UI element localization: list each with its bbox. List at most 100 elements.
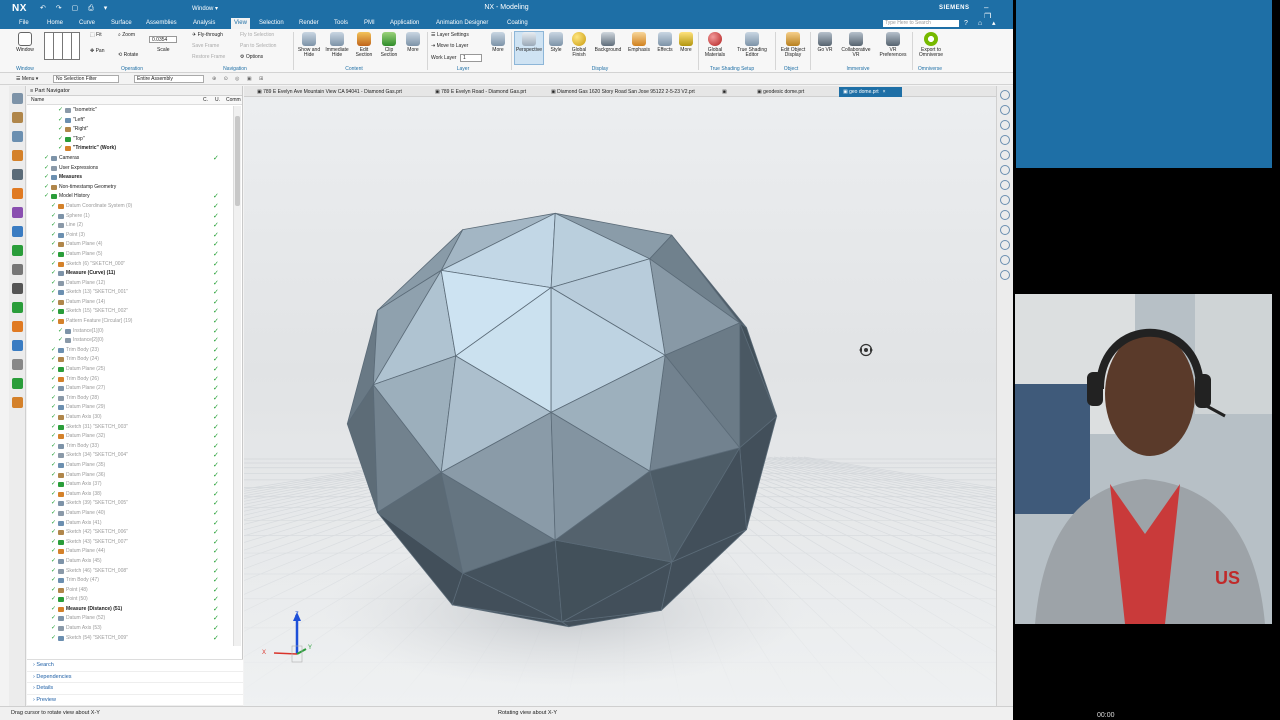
menu-application[interactable]: Application bbox=[390, 20, 419, 26]
tree-node[interactable]: ✓ Point (3) ✓ bbox=[27, 231, 233, 241]
visibility-checkbox[interactable]: ✓ bbox=[58, 117, 63, 123]
web-browser-icon[interactable] bbox=[11, 188, 23, 199]
visibility-checkbox[interactable]: ✓ bbox=[51, 376, 56, 382]
window-layout-grid[interactable] bbox=[44, 32, 82, 60]
snap-icon[interactable] bbox=[1000, 255, 1010, 265]
tree-node[interactable]: ✓ Line (2) ✓ bbox=[27, 221, 233, 231]
visibility-checkbox[interactable]: ✓ bbox=[58, 337, 63, 343]
effects-button[interactable]: Effects bbox=[654, 32, 676, 53]
visibility-checkbox[interactable]: ✓ bbox=[51, 366, 56, 372]
assembly-navigator-icon[interactable] bbox=[11, 93, 23, 104]
export-omniverse-button[interactable]: Export to Omniverse bbox=[914, 32, 948, 58]
visibility-checkbox[interactable]: ✓ bbox=[51, 308, 56, 314]
eye-icon[interactable] bbox=[1000, 150, 1010, 160]
visibility-checkbox[interactable]: ✓ bbox=[51, 539, 56, 545]
menu-tools[interactable]: Tools bbox=[334, 20, 348, 26]
column-c[interactable]: C. bbox=[203, 96, 208, 105]
tree-node[interactable]: ✓ Datum Plane (40) ✓ bbox=[27, 509, 233, 519]
visibility-checkbox[interactable]: ✓ bbox=[51, 270, 56, 276]
tree-node[interactable]: ✓ Datum Plane (35) ✓ bbox=[27, 461, 233, 471]
tree-node[interactable]: ✓ Sphere (1) ✓ bbox=[27, 212, 233, 222]
options-button[interactable]: ⚙ Options bbox=[240, 55, 263, 60]
visibility-checkbox[interactable]: ✓ bbox=[51, 404, 56, 410]
pan-to-selection-button[interactable]: Pan to Selection bbox=[240, 44, 276, 49]
global-finish-button[interactable]: Global Finish bbox=[567, 32, 591, 58]
document-tab[interactable]: ▣ Diamond Gas 1620 Story Road San Jose 9… bbox=[547, 87, 716, 97]
pan-button[interactable]: ✥ Pan bbox=[90, 49, 105, 54]
tree-node[interactable]: ✓ Instance[1](0) ✓ bbox=[27, 327, 233, 337]
search-input[interactable]: Type Here to Search bbox=[883, 20, 959, 27]
display-more-button[interactable]: More bbox=[677, 32, 695, 53]
edit-object-display-button[interactable]: Edit Object Display bbox=[778, 32, 808, 58]
snap-icons[interactable]: ⊕ ⊙ ◎ ▣ ⊞ bbox=[212, 76, 266, 82]
tree-node[interactable]: ✓ "Trimetric" (Work) bbox=[27, 144, 233, 154]
visibility-checkbox[interactable]: ✓ bbox=[44, 155, 49, 161]
visibility-checkbox[interactable]: ✓ bbox=[51, 203, 56, 209]
tree-node[interactable]: ✓ Sketch (31) "SKETCH_003" ✓ bbox=[27, 423, 233, 433]
visibility-checkbox[interactable]: ✓ bbox=[51, 433, 56, 439]
navigator-panel-details[interactable]: › Details bbox=[27, 683, 243, 695]
hide-icon[interactable] bbox=[1000, 165, 1010, 175]
visibility-checkbox[interactable]: ✓ bbox=[51, 529, 56, 535]
tree-node[interactable]: ✓ Datum Plane (36) ✓ bbox=[27, 471, 233, 481]
roles-icon[interactable] bbox=[11, 245, 23, 256]
tree-node[interactable]: ✓ Sketch (39) "SKETCH_005" ✓ bbox=[27, 499, 233, 509]
visibility-checkbox[interactable]: ✓ bbox=[58, 145, 63, 151]
menu-dropdown[interactable]: ☰ Menu ▾ bbox=[16, 76, 38, 82]
visibility-checkbox[interactable]: ✓ bbox=[51, 241, 56, 247]
clip-section-button[interactable]: Clip Section bbox=[377, 32, 401, 58]
tree-node[interactable]: ✓ "Right" bbox=[27, 125, 233, 135]
go-vr-button[interactable]: Go VR bbox=[814, 32, 836, 53]
restore-frame-button[interactable]: Restore Frame bbox=[192, 55, 225, 60]
tree-node[interactable]: ✓ Datum Axis (41) ✓ bbox=[27, 519, 233, 529]
tree-node[interactable]: ✓ Trim Body (26) ✓ bbox=[27, 375, 233, 385]
part-navigator-icon[interactable] bbox=[11, 131, 23, 142]
column-name[interactable]: Name bbox=[31, 96, 44, 105]
visibility-checkbox[interactable]: ✓ bbox=[51, 289, 56, 295]
visibility-checkbox[interactable]: ✓ bbox=[51, 356, 56, 362]
visibility-checkbox[interactable]: ✓ bbox=[51, 424, 56, 430]
tree-node[interactable]: ✓ Datum Axis (38) ✓ bbox=[27, 490, 233, 500]
visibility-checkbox[interactable]: ✓ bbox=[51, 347, 56, 353]
tree-node[interactable]: ✓ Datum Axis (37) ✓ bbox=[27, 480, 233, 490]
tree-node[interactable]: ✓ Datum Axis (53) ✓ bbox=[27, 624, 233, 634]
visibility-checkbox[interactable]: ✓ bbox=[51, 577, 56, 583]
tree-node[interactable]: ✓ Datum Plane (52) ✓ bbox=[27, 614, 233, 624]
document-tab[interactable]: ▣ datums.prt bbox=[718, 87, 751, 105]
system-materials-icon[interactable] bbox=[11, 264, 23, 275]
tree-node[interactable]: ✓ Sketch (42) "SKETCH_006" ✓ bbox=[27, 528, 233, 538]
visibility-checkbox[interactable]: ✓ bbox=[51, 615, 56, 621]
visibility-checkbox[interactable]: ✓ bbox=[51, 222, 56, 228]
column-u[interactable]: U. bbox=[215, 96, 220, 105]
tree-node[interactable]: ✓ Sketch (46) "SKETCH_008" ✓ bbox=[27, 567, 233, 577]
save-frame-button[interactable]: Save Frame bbox=[192, 44, 219, 49]
shaded-icon[interactable] bbox=[1000, 180, 1010, 190]
global-materials-button[interactable]: Global Materials bbox=[701, 32, 729, 58]
tree-node[interactable]: ✓ Datum Axis (45) ✓ bbox=[27, 557, 233, 567]
close-tab-icon[interactable]: × bbox=[883, 89, 886, 95]
palette-icon[interactable] bbox=[11, 397, 23, 408]
tree-node[interactable]: ✓ Datum Plane (29) ✓ bbox=[27, 403, 233, 413]
reference-icon[interactable] bbox=[11, 359, 23, 370]
visibility-checkbox[interactable]: ✓ bbox=[51, 280, 56, 286]
tree-node[interactable]: ✓ Instance[2](0) ✓ bbox=[27, 336, 233, 346]
menu-selection[interactable]: Selection bbox=[259, 20, 284, 26]
visibility-checkbox[interactable]: ✓ bbox=[51, 414, 56, 420]
style-button[interactable]: Style bbox=[547, 32, 565, 53]
visibility-checkbox[interactable]: ✓ bbox=[51, 568, 56, 574]
tree-node[interactable]: ✓ Datum Plane (5) ✓ bbox=[27, 250, 233, 260]
tree-node[interactable]: ✓ Datum Plane (27) ✓ bbox=[27, 384, 233, 394]
manufacturing-icon[interactable] bbox=[11, 302, 23, 313]
visibility-checkbox[interactable]: ✓ bbox=[51, 261, 56, 267]
fly-through-button[interactable]: ✈ Fly-through bbox=[192, 33, 223, 38]
navigator-panel-preview[interactable]: › Preview bbox=[27, 695, 243, 706]
3d-scene[interactable]: Z X Y bbox=[244, 97, 996, 706]
layer-settings-button[interactable]: ☰ Layer Settings bbox=[431, 33, 469, 38]
document-tab[interactable]: ▣ geodesic dome.prt bbox=[753, 87, 837, 97]
tree-node[interactable]: ✓ Datum Plane (4) ✓ bbox=[27, 240, 233, 250]
visibility-checkbox[interactable]: ✓ bbox=[44, 174, 49, 180]
work-layer-select[interactable]: 1 bbox=[460, 54, 482, 62]
menu-assemblies[interactable]: Assemblies bbox=[146, 20, 177, 26]
tree-node[interactable]: ✓ Trim Body (24) ✓ bbox=[27, 355, 233, 365]
tree-node[interactable]: ✓ "Isometric" bbox=[27, 106, 233, 116]
